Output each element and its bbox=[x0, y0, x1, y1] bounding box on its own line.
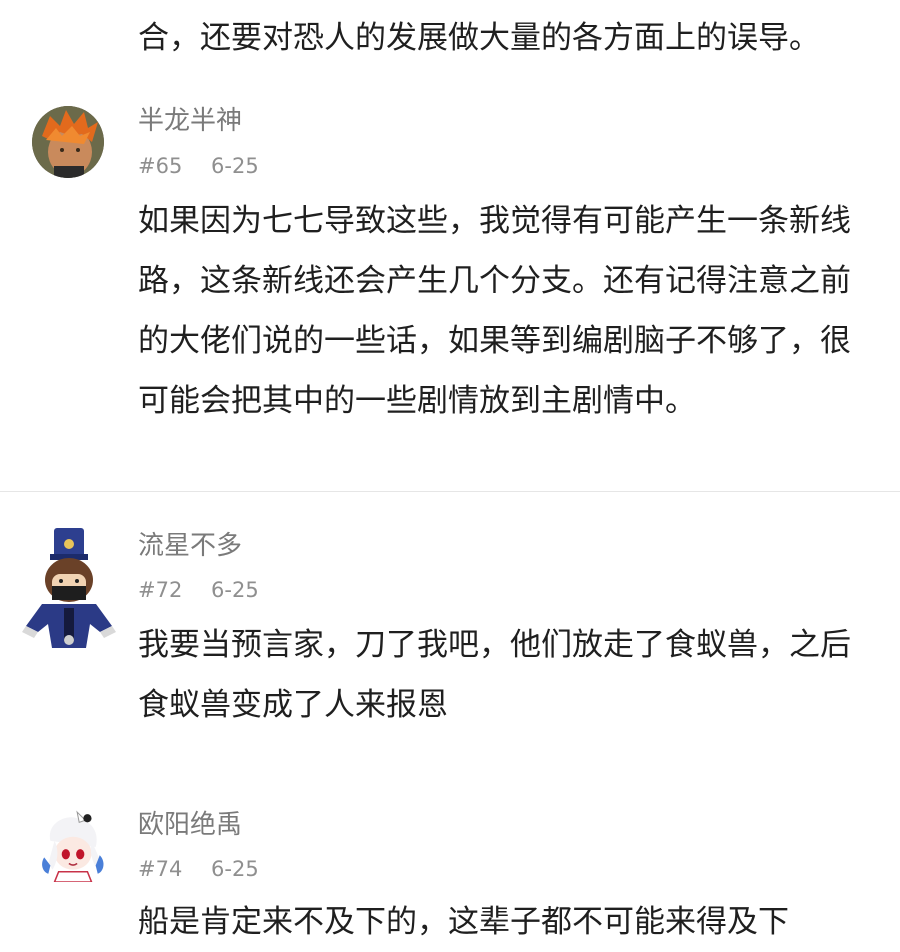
avatar-image bbox=[32, 106, 104, 178]
avatar[interactable] bbox=[36, 810, 106, 882]
comment-content: 船是肯定来不及下的，这辈子都不可能来得及下 bbox=[138, 904, 789, 940]
comment-date: 6-25 bbox=[211, 154, 259, 178]
avatar[interactable] bbox=[20, 528, 116, 648]
comment-date: 6-25 bbox=[211, 857, 259, 881]
avatar[interactable] bbox=[32, 106, 104, 178]
comment-meta: #65 6-25 bbox=[138, 152, 259, 180]
comment-username[interactable]: 欧阳绝禹 bbox=[138, 808, 242, 842]
comment-meta: #74 6-25 bbox=[138, 855, 259, 883]
comment-username[interactable]: 流星不多 bbox=[138, 529, 242, 563]
avatar-image bbox=[42, 810, 104, 882]
avatar-image bbox=[22, 528, 116, 648]
divider bbox=[0, 491, 900, 492]
comment-username[interactable]: 半龙半神 bbox=[138, 104, 242, 138]
comment-content: 我要当预言家，刀了我吧，他们放走了食蚁兽，之后食蚁兽变成了人来报恩 bbox=[138, 627, 851, 723]
comment-floor-number: #72 bbox=[138, 578, 183, 602]
comment-floor-number: #65 bbox=[138, 154, 183, 178]
previous-comment-text: 合，还要对恐人的发展做大量的各方面上的误导。 bbox=[138, 20, 820, 56]
comment-list: 合，还要对恐人的发展做大量的各方面上的误导。 半龙半神 #65 6-25 如果因… bbox=[0, 0, 900, 952]
comment-floor-number: #74 bbox=[138, 857, 183, 881]
comment-content: 如果因为七七导致这些，我觉得有可能产生一条新线路，这条新线还会产生几个分支。还有… bbox=[138, 203, 851, 419]
comment-meta: #72 6-25 bbox=[138, 576, 259, 604]
comment-date: 6-25 bbox=[211, 578, 259, 602]
